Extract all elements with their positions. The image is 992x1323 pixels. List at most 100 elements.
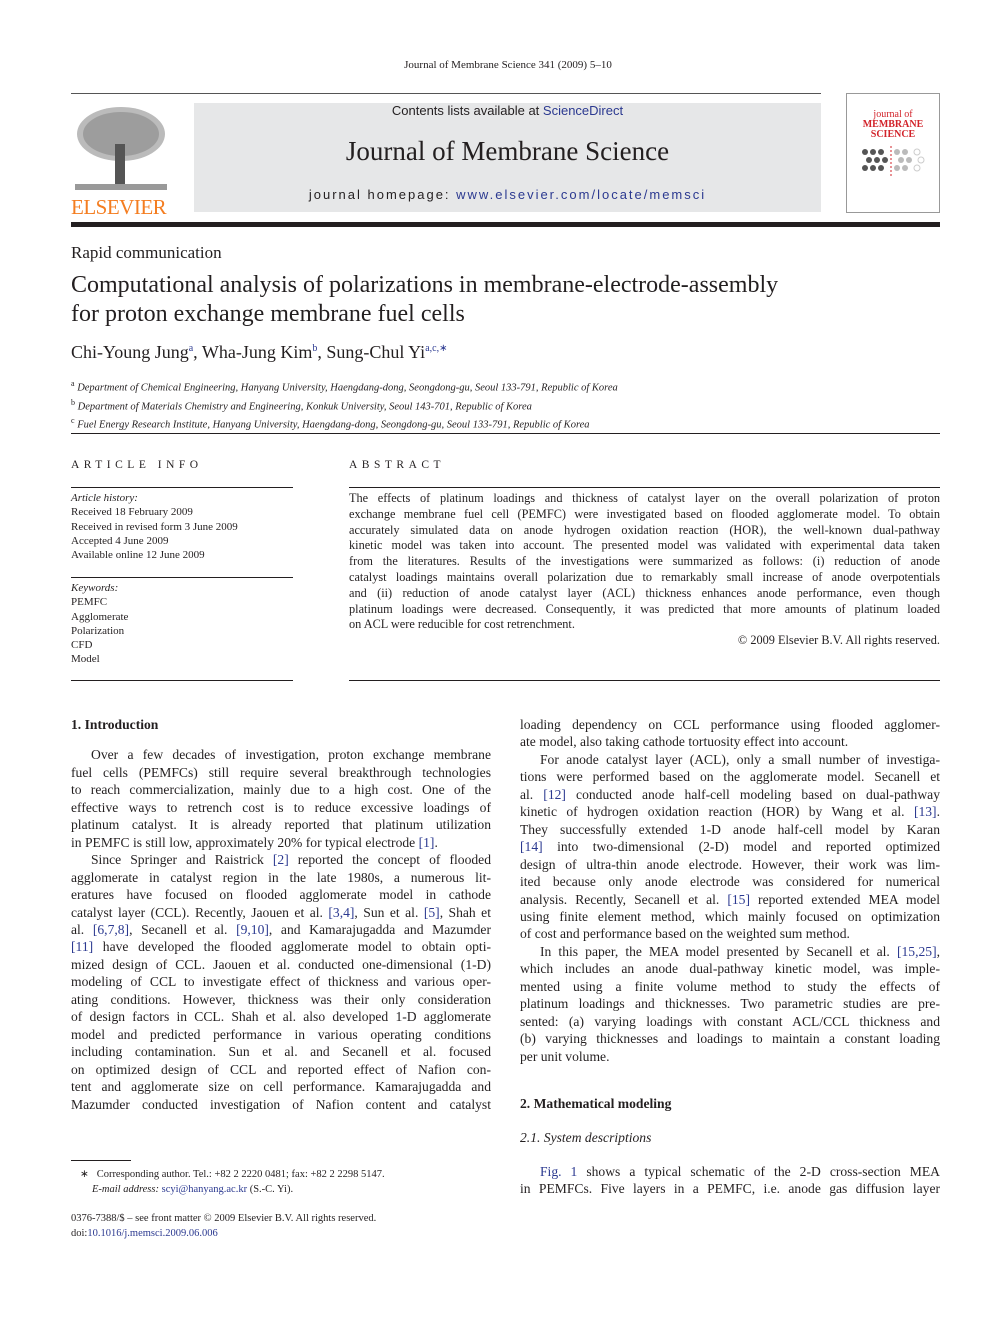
text-line: (b) varying thicknesses and loadings to … — [520, 1031, 940, 1047]
keyword-list: PEMFC Agglomerate Polarization CFD Model — [71, 595, 293, 666]
text-line: agglomerate in catalyst region in the la… — [71, 869, 491, 885]
text-line: in PEMFC is still low, approximately 20%… — [71, 834, 438, 850]
homepage-link[interactable]: www.elsevier.com/locate/memsci — [456, 187, 706, 202]
affiliation: c Fuel Energy Research Institute, Hanyan… — [71, 414, 618, 433]
doi-label: doi: — [71, 1228, 88, 1239]
author-list: Chi-Young Junga, Wha-Jung Kimb, Sung-Chu… — [71, 342, 448, 362]
text-line: analysis. Recently, Secanell et al. [15]… — [520, 891, 940, 907]
text-line: catalyst loadings maintains overall pola… — [349, 569, 940, 584]
text-line: which includes an anode dual-pathway kin… — [520, 961, 940, 977]
citation-link[interactable]: [3,4] — [328, 905, 354, 920]
text-line: model and predicted performance in vario… — [71, 1026, 491, 1042]
text-line: eratures have focused on flooded agglome… — [71, 887, 491, 903]
contents-line: Contents lists available at ScienceDirec… — [194, 103, 821, 119]
text-line: effective ways to retrench cost is to re… — [71, 799, 491, 815]
citation-link[interactable]: Fig. 1 — [540, 1164, 577, 1179]
text-line: per unit volume. — [520, 1048, 610, 1064]
text-line: platinum loadings and thicknesses. Two p… — [520, 996, 940, 1012]
running-header: Journal of Membrane Science 341 (2009) 5… — [404, 59, 612, 71]
text-line: tent and agglomerate size on cell perfor… — [71, 1079, 491, 1095]
front-matter: 0376-7388/$ – see front matter © 2009 El… — [71, 1211, 376, 1241]
text-line: For anode catalyst layer (ACL), only a s… — [540, 751, 940, 767]
text-line: on ACL were reducible for cost retrenchm… — [349, 617, 575, 632]
divider — [349, 680, 940, 681]
cover-graphic-icon — [862, 146, 925, 176]
citation-link[interactable]: [12] — [543, 787, 566, 802]
paragraph: loading dependency on CCL performance us… — [520, 716, 940, 751]
paragraph: For anode catalyst layer (ACL), only a s… — [520, 751, 940, 943]
header-thick-rule — [71, 222, 940, 227]
author-affiliation-mark[interactable]: b — [312, 343, 317, 354]
article-title: Computational analysis of polarizations … — [71, 271, 931, 329]
text-line: mented using a finite volume method to s… — [520, 978, 940, 994]
history-item: Received 18 February 2009 — [71, 506, 193, 519]
header-rule — [71, 93, 821, 94]
citation-link[interactable]: [6,7,8] — [93, 922, 129, 937]
cover-title-line: SCIENCE — [870, 129, 916, 140]
paragraph: Fig. 1 shows a typical schematic of the … — [520, 1163, 940, 1198]
citation-link[interactable]: [15] — [727, 892, 750, 907]
keywords: Keywords: PEMFC Agglomerate Polarization CF… — [71, 581, 293, 667]
citation-link[interactable]: [9,10] — [236, 922, 269, 937]
homepage-line: journal homepage: www.elsevier.com/locat… — [194, 187, 821, 202]
keywords-label: Keywords: — [71, 582, 119, 594]
text-line: of design factors in CCL. Shah et al. al… — [71, 1009, 491, 1025]
homepage-prefix: journal homepage: — [308, 187, 457, 202]
abstract-text: The effects of platinum loadings and thi… — [349, 491, 940, 633]
front-matter-text: 0376-7388/$ – see front matter © 2009 El… — [71, 1213, 377, 1224]
email-link[interactable]: scyi@hanyang.ac.kr — [162, 1184, 247, 1195]
article-info-heading: ARTICLE INFO — [71, 459, 203, 471]
author-affiliation-mark[interactable]: a — [189, 343, 193, 354]
keyword-item: CFD — [71, 639, 93, 652]
history-item: Received in revised form 3 June 2009 — [71, 520, 238, 533]
text-line: from the literatures. Results of the inv… — [349, 554, 940, 569]
affiliation: b Department of Materials Chemistry and … — [71, 396, 618, 415]
text-line: Since Springer and Raistrick [2] reporte… — [91, 852, 491, 868]
email-label: E-mail address: — [92, 1184, 159, 1195]
keyword-item: Model — [71, 653, 100, 666]
sciencedirect-link[interactable]: ScienceDirect — [543, 103, 623, 118]
abstract-copyright: © 2009 Elsevier B.V. All rights reserved… — [737, 633, 940, 648]
affiliations: a Department of Chemical Engineering, Ha… — [71, 377, 618, 433]
left-column: 1. Introduction Over a few decades of in… — [71, 716, 491, 1113]
keyword-item: Agglomerate — [71, 610, 129, 623]
doi-link[interactable]: 10.1016/j.memsci.2009.06.006 — [87, 1228, 217, 1239]
article-page: Journal of Membrane Science 341 (2009) 5… — [0, 0, 992, 1323]
elsevier-tree-icon — [71, 104, 169, 192]
abstract-body: The effects of platinum loadings and thi… — [349, 491, 940, 649]
affiliation-mark: a — [71, 379, 75, 388]
paragraph: Over a few decades of investigation, pro… — [71, 746, 491, 851]
citation-link[interactable]: [15,25] — [897, 944, 937, 959]
affiliation-text: Department of Materials Chemistry and En… — [77, 401, 532, 412]
affiliation-text: Department of Chemical Engineering, Hany… — [77, 382, 618, 394]
text-line: Fig. 1 shows a typical schematic of the … — [540, 1163, 940, 1179]
text-line: kinetic of hydrogen oxidation reaction (… — [520, 804, 940, 820]
abstract-heading: ABSTRACT — [349, 459, 446, 471]
doi-line: doi:10.1016/j.memsci.2009.06.006 — [71, 1226, 376, 1241]
citation-link[interactable]: [5] — [424, 905, 440, 920]
text-line: ating conditions. However, thickness was… — [71, 991, 491, 1007]
section-heading: 2. Mathematical modeling — [520, 1096, 672, 1112]
journal-title: Journal of Membrane Science — [345, 136, 670, 166]
text-line: mized design of CCL. Jaouen et al. condu… — [71, 956, 491, 972]
history-list: Received 18 February 2009 Received in rev… — [71, 505, 293, 562]
text-line: catalyst layer (CCL). Recently, Jaouen e… — [71, 904, 491, 920]
citation-link[interactable]: [1] — [419, 835, 435, 850]
corresponding-author-note: ∗ Corresponding author. Tel.: +82 2 2220… — [80, 1167, 385, 1182]
elsevier-logo: ELSEVIER — [71, 104, 171, 218]
text-line: in PEMFCs. Five layers in a PEMFC, i.e. … — [520, 1181, 940, 1197]
history-label: Article history: — [71, 492, 138, 504]
citation-link[interactable]: [11] — [71, 939, 93, 954]
paragraph: In this paper, the MEA model presented b… — [520, 943, 940, 1065]
text-line: accurately simulated data on anode hydro… — [349, 522, 940, 537]
citation-link[interactable]: [13] — [914, 804, 937, 819]
affiliation-mark: b — [71, 397, 75, 407]
citation-link[interactable]: [14] — [520, 839, 543, 854]
affiliation-text: Fuel Energy Research Institute, Hanyang … — [77, 419, 590, 431]
citation-link[interactable]: [2] — [273, 852, 289, 867]
divider — [71, 680, 293, 681]
author-affiliation-mark[interactable]: a,c,∗ — [425, 343, 447, 354]
article-history: Article history: Received 18 February 20… — [71, 491, 293, 562]
text-line: al. [12] conducted anode half-cell model… — [520, 786, 941, 802]
history-item: Accepted 4 June 2009 — [71, 534, 169, 547]
